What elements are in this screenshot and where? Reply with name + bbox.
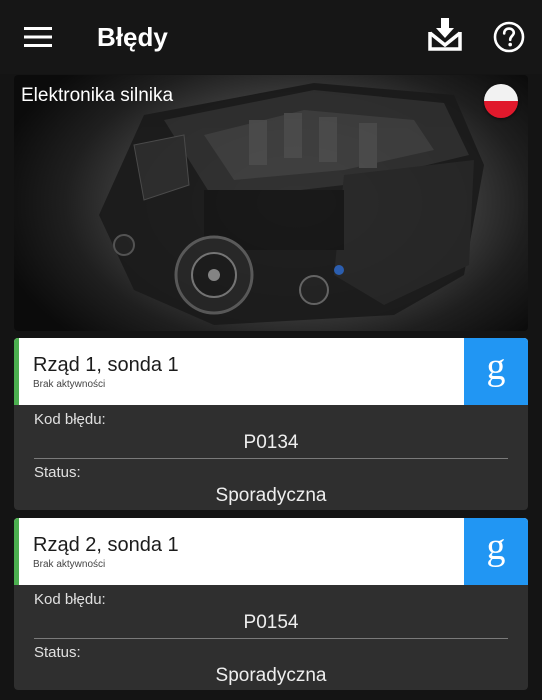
- code-label: Kod błędu:: [34, 591, 106, 608]
- code-label: Kod błędu:: [34, 411, 106, 428]
- status-label: Status:: [34, 644, 81, 661]
- error-subtitle: Brak aktywności: [33, 559, 106, 570]
- error-card: Rząd 2, sonda 1 Brak aktywności g Kod bł…: [14, 518, 528, 690]
- error-status: Sporadyczna: [215, 485, 327, 506]
- error-code: P0154: [243, 612, 299, 633]
- page-title: Błędy: [97, 22, 168, 52]
- svg-text:g: g: [487, 353, 506, 388]
- error-code: P0134: [243, 432, 299, 453]
- banner-title: Elektronika silnika: [21, 85, 174, 106]
- divider: [34, 638, 508, 639]
- download-inbox-icon[interactable]: [426, 16, 464, 52]
- status-accent-bar: [14, 338, 19, 405]
- svg-text:g: g: [487, 533, 506, 568]
- error-card-header[interactable]: Rząd 1, sonda 1 Brak aktywności g: [14, 338, 528, 405]
- poland-flag-icon[interactable]: [484, 84, 518, 118]
- error-title: Rząd 1, sonda 1: [33, 354, 179, 376]
- error-title: Rząd 2, sonda 1: [33, 534, 179, 556]
- google-icon: g: [487, 353, 506, 388]
- google-search-button[interactable]: g: [464, 338, 528, 405]
- engine-image: [99, 83, 484, 325]
- google-search-button[interactable]: g: [464, 518, 528, 585]
- error-card: Rząd 1, sonda 1 Brak aktywności g Kod bł…: [14, 338, 528, 510]
- error-status: Sporadyczna: [215, 665, 327, 686]
- error-card-header[interactable]: Rząd 2, sonda 1 Brak aktywności g: [14, 518, 528, 585]
- status-label: Status:: [34, 464, 81, 481]
- error-subtitle: Brak aktywności: [33, 379, 106, 390]
- divider: [34, 458, 508, 459]
- app-bar: Błędy: [0, 0, 542, 74]
- help-icon[interactable]: [493, 21, 525, 53]
- engine-electronics-banner[interactable]: Elektronika silnika: [14, 75, 528, 331]
- google-icon: g: [487, 533, 506, 568]
- status-accent-bar: [14, 518, 19, 585]
- menu-icon[interactable]: [24, 25, 52, 49]
